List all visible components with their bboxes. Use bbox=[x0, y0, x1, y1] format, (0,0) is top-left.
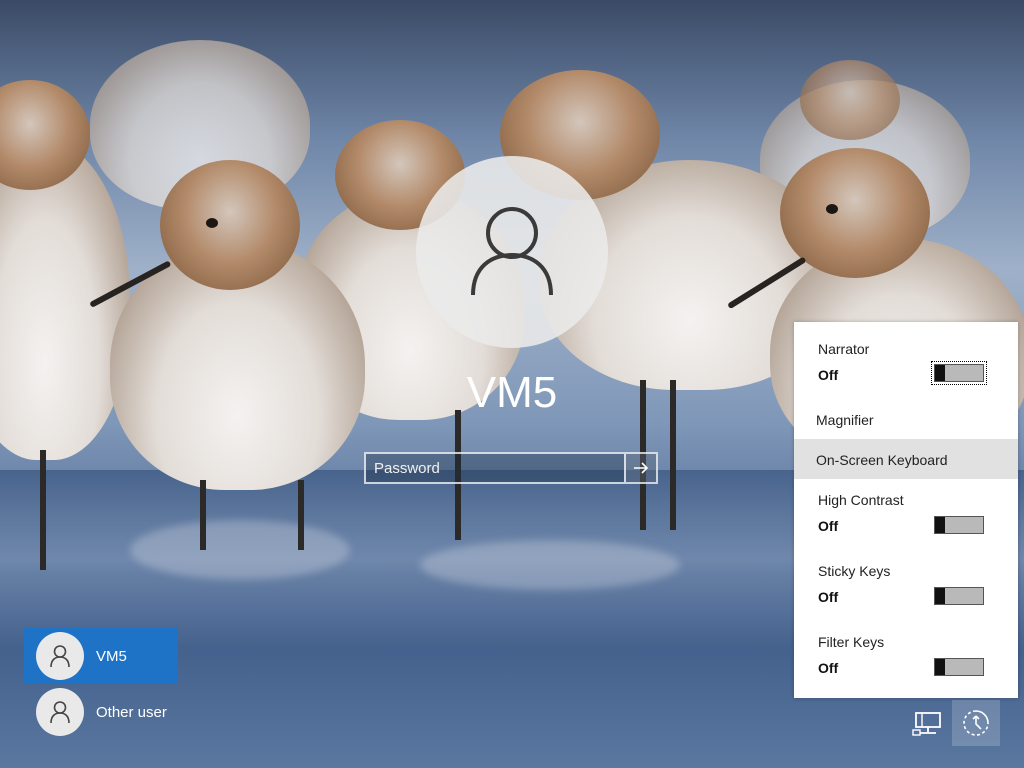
menu-item-on-screen-keyboard[interactable]: On-Screen Keyboard bbox=[794, 439, 1018, 479]
avatar bbox=[36, 688, 84, 736]
network-icon bbox=[912, 712, 941, 736]
user-tile-vm5[interactable]: VM5 bbox=[24, 628, 178, 684]
menu-item-filter-keys[interactable]: Filter Keys Off bbox=[794, 624, 1018, 694]
toggle-state: Off bbox=[818, 589, 839, 605]
avatar bbox=[36, 632, 84, 680]
menu-item-magnifier[interactable]: Magnifier bbox=[794, 402, 1018, 438]
user-tile-other-user[interactable]: Other user bbox=[24, 684, 178, 740]
toggle-state: Off bbox=[818, 367, 839, 383]
user-icon bbox=[471, 207, 553, 296]
narrator-toggle[interactable] bbox=[931, 361, 987, 385]
user-tile-label: Other user bbox=[96, 703, 167, 721]
menu-item-high-contrast[interactable]: High Contrast Off bbox=[794, 482, 1018, 552]
menu-item-label: Filter Keys bbox=[818, 634, 885, 650]
ease-of-access-icon bbox=[963, 710, 989, 736]
menu-item-label: Narrator bbox=[818, 341, 870, 357]
menu-item-label: High Contrast bbox=[818, 492, 904, 508]
toggle-state: Off bbox=[818, 660, 839, 676]
user-avatar bbox=[416, 156, 608, 348]
menu-item-label: On-Screen Keyboard bbox=[816, 452, 948, 468]
password-input[interactable] bbox=[366, 454, 624, 482]
login-username: VM5 bbox=[466, 368, 558, 417]
menu-item-sticky-keys[interactable]: Sticky Keys Off bbox=[794, 553, 1018, 623]
menu-item-narrator[interactable]: Narrator Off bbox=[794, 322, 1018, 402]
ease-of-access-menu: Narrator Off Magnifier On-Screen Keyboar… bbox=[794, 322, 1018, 698]
user-tile-label: VM5 bbox=[96, 647, 127, 665]
password-box bbox=[364, 452, 658, 484]
menu-item-label: Magnifier bbox=[816, 412, 874, 428]
user-icon bbox=[50, 645, 70, 668]
arrow-right-icon bbox=[634, 462, 649, 474]
ease-of-access-button[interactable] bbox=[952, 700, 1000, 746]
menu-item-label: Sticky Keys bbox=[818, 563, 891, 579]
sticky-keys-toggle[interactable] bbox=[934, 587, 984, 605]
user-icon bbox=[50, 701, 70, 724]
high-contrast-toggle[interactable] bbox=[934, 516, 984, 534]
toggle-state: Off bbox=[818, 518, 839, 534]
network-button[interactable] bbox=[906, 704, 950, 744]
filter-keys-toggle[interactable] bbox=[934, 658, 984, 676]
submit-button[interactable] bbox=[624, 454, 656, 482]
